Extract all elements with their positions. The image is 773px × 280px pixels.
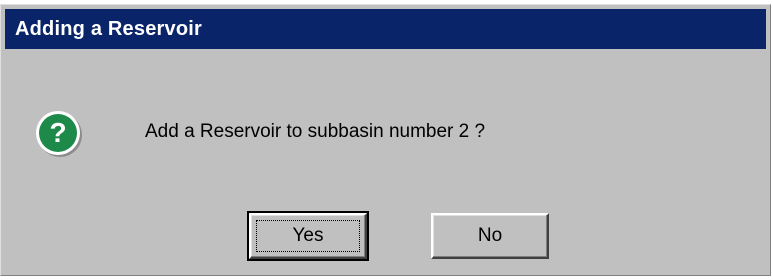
dialog-title: Adding a Reservoir (15, 17, 202, 40)
question-icon: ? (35, 110, 83, 158)
dialog-body: ? Add a Reservoir to subbasin number 2 ?… (5, 53, 766, 271)
no-button-label: No (477, 225, 503, 246)
confirm-dialog: Adding a Reservoir ? Add a Reservoir to … (0, 4, 771, 276)
dialog-titlebar[interactable]: Adding a Reservoir (5, 9, 766, 49)
svg-text:?: ? (49, 117, 66, 148)
focus-ring (256, 220, 360, 252)
yes-button[interactable]: Yes (247, 211, 369, 261)
no-button[interactable]: No (431, 213, 549, 259)
dialog-message: Add a Reservoir to subbasin number 2 ? (145, 121, 486, 142)
